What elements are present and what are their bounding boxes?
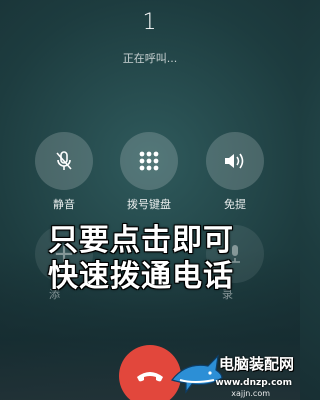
speaker-icon (225, 153, 244, 169)
shark-logo-icon (171, 354, 223, 394)
mic-mute-icon (56, 151, 72, 170)
watermark-url-secondary: xajjn.com (231, 389, 270, 398)
caption-line-2: 快速拨通电话 (48, 259, 234, 294)
watermark-title: 电脑装配网 (218, 355, 294, 373)
mute-label: 静音 (53, 198, 75, 211)
speaker-button[interactable] (206, 132, 264, 190)
call-status: 正在呼叫... (122, 52, 178, 65)
caller-number: 1 (142, 10, 158, 35)
mute-button[interactable] (35, 132, 93, 190)
keypad-button[interactable] (120, 132, 178, 190)
keypad-icon (139, 151, 159, 171)
keypad-label: 拨号键盘 (127, 198, 171, 211)
caption-line-1: 只要点击即可 (48, 223, 234, 258)
speaker-label: 免提 (224, 198, 246, 211)
phone-hangup-icon (137, 372, 163, 382)
watermark-url: www.dnzp.com (215, 378, 292, 388)
